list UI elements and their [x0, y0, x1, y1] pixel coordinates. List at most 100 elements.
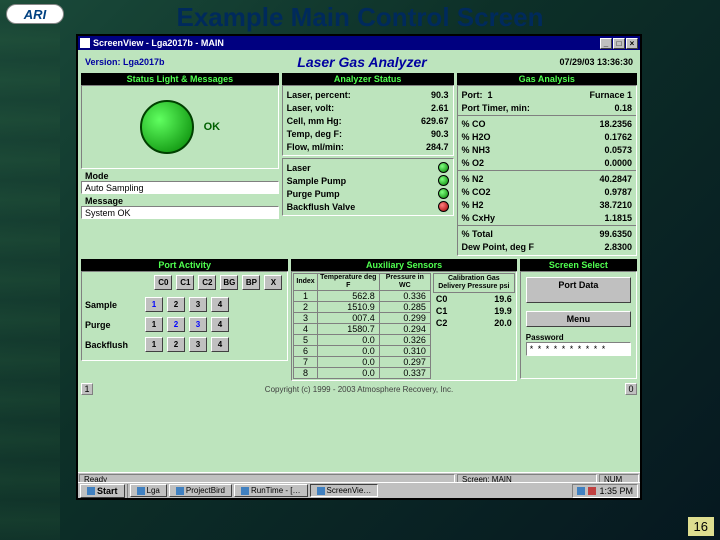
taskbar-item[interactable]: Lga [130, 484, 167, 497]
scroll-right-button[interactable]: 0 [625, 383, 637, 395]
status-header: Status Light & Messages [81, 73, 279, 85]
analyzer-values: Laser, percent:90.3Laser, volt:2.61Cell,… [282, 85, 454, 156]
port-col-header[interactable]: C0 [154, 275, 172, 290]
minimize-button[interactable]: _ [600, 38, 612, 49]
port-col-header[interactable]: X [264, 275, 282, 290]
cal-header: Calibration Gas Delivery Pressure psi [433, 273, 515, 293]
datetime: 07/29/03 13:36:30 [559, 57, 633, 67]
port-button[interactable]: 2 [167, 297, 185, 312]
analyzer-row: Flow, ml/min: 284.7 [283, 140, 453, 153]
aux-panel: IndexTemperature deg FPressure in WC 156… [291, 271, 516, 381]
port-col-header[interactable]: BP [242, 275, 260, 290]
message-label: Message [81, 194, 279, 206]
port-button[interactable]: 1 [145, 317, 163, 332]
port-activity-panel: C0 C1 C2 BG BP X Sample1234 Purge1234 Backflush… [81, 271, 288, 361]
port-col-header[interactable]: BG [220, 275, 238, 290]
taskbar-item[interactable]: RunTime - [… [234, 484, 308, 497]
task-icon [241, 487, 249, 495]
port-activity-row: Purge1234 [85, 317, 284, 332]
aux-row: 41580.70.294 [294, 324, 431, 335]
maximize-button[interactable]: □ [613, 38, 625, 49]
copyright-text: Copyright (c) 1999 - 2003 Atmosphere Rec… [93, 384, 625, 395]
gas-row: % H238.7210 [458, 198, 636, 211]
gas-row: % CO20.9787 [458, 185, 636, 198]
analyzer-row: Laser, volt:2.61 [283, 101, 453, 114]
aux-row: 80.00.337 [294, 368, 431, 379]
port-col-header[interactable]: C2 [198, 275, 216, 290]
analyzer-led-row: Laser [283, 161, 453, 174]
port-button[interactable]: 3 [189, 337, 207, 352]
status-light-box: OK [81, 85, 279, 169]
clock: 1:35 PM [599, 486, 633, 496]
port-button[interactable]: 3 [189, 317, 207, 332]
gas-row: % NH30.0573 [458, 143, 636, 156]
analyzer-row: Cell, mm Hg: 629.67 [283, 114, 453, 127]
tray-icon [577, 487, 585, 495]
gas-row: % N240.2847 [458, 172, 636, 185]
port-button[interactable]: 3 [189, 297, 207, 312]
aux-row: 1562.80.336 [294, 291, 431, 302]
version-label: Version: Lga2017b [85, 57, 165, 67]
port-button[interactable]: 4 [211, 297, 229, 312]
gas-row: % CO18.2356 [458, 117, 636, 130]
port-button[interactable]: 1 [145, 297, 163, 312]
status-ok-text: OK [204, 121, 221, 133]
aux-row: 3007.40.299 [294, 313, 431, 324]
led-icon [438, 162, 449, 173]
aux-row: 60.00.310 [294, 346, 431, 357]
taskbar: Start LgaProjectBirdRunTime - […ScreenVi… [78, 482, 640, 498]
app-window: ScreenView - Lga2017b - MAIN _ □ × Versi… [76, 34, 642, 500]
port-col-header[interactable]: C1 [176, 275, 194, 290]
system-tray[interactable]: 1:35 PM [572, 484, 638, 498]
port-button[interactable]: 4 [211, 317, 229, 332]
analyzer-led-row: Sample Pump [283, 174, 453, 187]
taskbar-item[interactable]: ProjectBird [169, 484, 232, 497]
aux-table: IndexTemperature deg FPressure in WC 156… [293, 273, 431, 379]
task-icon [176, 487, 184, 495]
titlebar[interactable]: ScreenView - Lga2017b - MAIN _ □ × [78, 36, 640, 50]
task-icon [137, 487, 145, 495]
screen-select-panel: Port Data Menu Password * * * * * * * * … [520, 271, 637, 379]
led-icon [438, 175, 449, 186]
cal-row: C220.0 [433, 317, 515, 329]
analyzer-led-row: Backflush Valve [283, 200, 453, 213]
aux-col-header: Index [294, 274, 317, 291]
scroll-left-button[interactable]: 1 [81, 383, 93, 395]
mode-label: Mode [81, 169, 279, 181]
task-icon [317, 487, 325, 495]
analyzer-header: Analyzer Status [282, 73, 454, 85]
aux-header: Auxiliary Sensors [291, 259, 516, 271]
mode-value: Auto Sampling [81, 181, 279, 194]
menu-button[interactable]: Menu [526, 311, 631, 327]
gas-row: % Total99.6350 [458, 227, 636, 240]
gas-header: Gas Analysis [457, 73, 637, 85]
app-title: Laser Gas Analyzer [297, 54, 426, 70]
analyzer-row: Laser, percent:90.3 [283, 88, 453, 101]
screen-select-header: Screen Select [520, 259, 637, 271]
aux-col-header: Temperature deg F [317, 274, 379, 291]
close-button[interactable]: × [626, 38, 638, 49]
port-activity-row: Backflush1234 [85, 337, 284, 352]
port-button[interactable]: 4 [211, 337, 229, 352]
aux-row: 50.00.326 [294, 335, 431, 346]
aux-col-header: Pressure in WC [379, 274, 430, 291]
gas-row: % O20.0000 [458, 156, 636, 169]
page-number: 16 [688, 517, 714, 536]
port-button[interactable]: 2 [167, 337, 185, 352]
password-input[interactable]: * * * * * * * * * * [526, 342, 631, 356]
password-label: Password [526, 333, 631, 342]
analyzer-leds: LaserSample PumpPurge PumpBackflush Valv… [282, 158, 454, 216]
gas-panel: Port: 1Furnace 1 Port Timer, min:0.18 % … [457, 85, 637, 256]
gas-row: % CxHy1.1815 [458, 211, 636, 224]
port-button[interactable]: 1 [145, 337, 163, 352]
port-button[interactable]: 2 [167, 317, 185, 332]
start-button[interactable]: Start [80, 484, 125, 498]
led-icon [438, 188, 449, 199]
port-data-button[interactable]: Port Data [526, 277, 631, 303]
app-icon [80, 38, 90, 48]
tray-icon [588, 487, 596, 495]
status-led-icon [140, 100, 194, 154]
message-value: System OK [81, 206, 279, 219]
port-activity-row: Sample1234 [85, 297, 284, 312]
taskbar-item[interactable]: ScreenVie… [310, 484, 379, 497]
